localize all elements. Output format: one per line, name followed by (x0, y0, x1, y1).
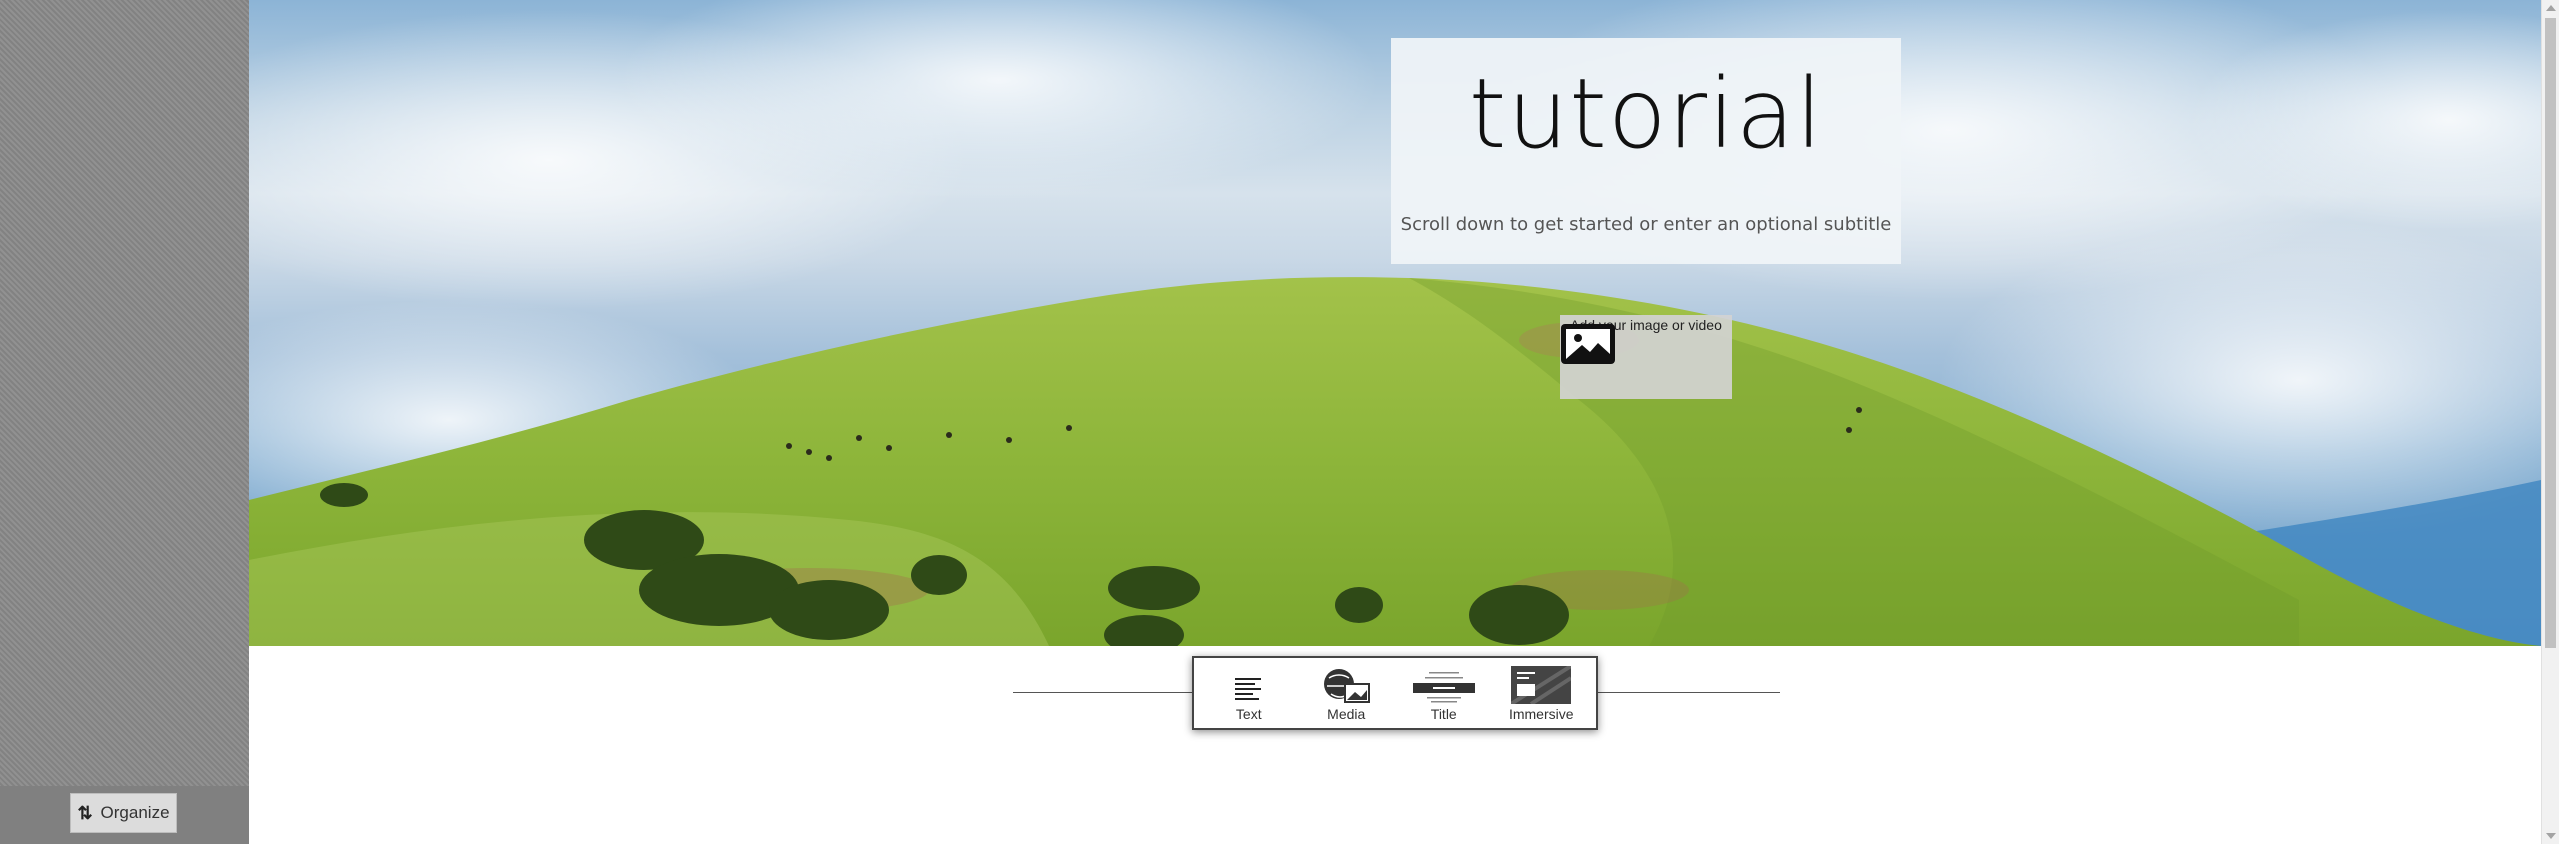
add-media-button[interactable]: Add your image or video (1560, 315, 1732, 399)
insert-immersive-button[interactable]: Immersive (1493, 658, 1591, 728)
left-sidebar (0, 0, 249, 844)
insert-text-button[interactable]: Text (1200, 658, 1298, 728)
organize-button[interactable]: ⇅ Organize (70, 793, 177, 833)
story-subtitle[interactable]: Scroll down to get started or enter an o… (1391, 214, 1901, 235)
insert-text-label: Text (1235, 706, 1262, 722)
insert-divider-left (1013, 692, 1193, 693)
cover-image: tutorial Scroll down to get started or e… (249, 0, 2541, 646)
scroll-up-arrow-icon[interactable] (2546, 5, 2556, 11)
sort-arrows-icon: ⇅ (77, 802, 93, 823)
title-block-icon (1412, 672, 1475, 703)
organize-label: Organize (100, 803, 170, 822)
text-lines-icon (1234, 678, 1261, 700)
insert-title-button[interactable]: Title (1395, 658, 1493, 728)
scroll-thumb[interactable] (2545, 18, 2556, 648)
image-icon (1561, 324, 1615, 364)
story-title[interactable]: tutorial (1391, 66, 1901, 162)
scroll-down-arrow-icon[interactable] (2546, 833, 2556, 839)
insert-block-toolbar: Text Media Title Immersive (1192, 656, 1598, 730)
story-builder-page: ⇅ Organize tutorial Scroll down to get s… (0, 0, 2559, 844)
immersive-panel-icon (1511, 666, 1572, 704)
insert-media-label: Media (1327, 706, 1366, 722)
insert-divider-right (1597, 692, 1780, 693)
insert-title-label: Title (1430, 706, 1457, 722)
insert-media-button[interactable]: Media (1298, 658, 1396, 728)
insert-immersive-label: Immersive (1508, 706, 1574, 722)
media-globe-image-icon (1324, 669, 1371, 703)
page-scrollbar[interactable] (2541, 0, 2559, 844)
title-card[interactable]: tutorial Scroll down to get started or e… (1391, 38, 1901, 264)
